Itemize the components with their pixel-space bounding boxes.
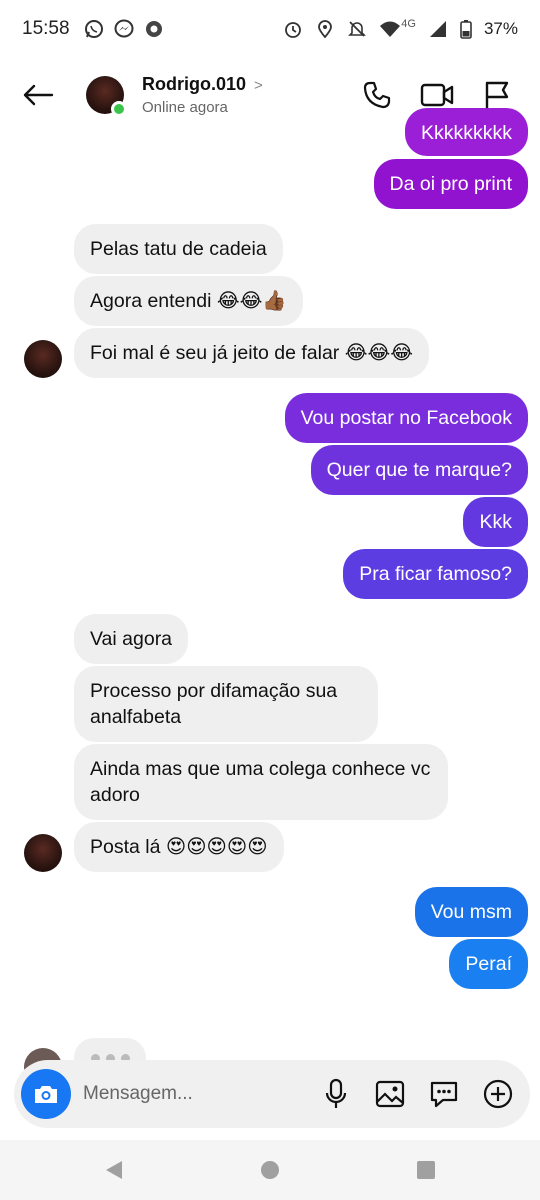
contact-avatar-small[interactable]: [24, 834, 62, 872]
system-nav-bar: [0, 1140, 540, 1200]
status-time: 15:58: [22, 18, 70, 39]
message-outgoing[interactable]: Kkkkkkkkk: [404, 108, 528, 156]
contact-name: Rodrigo.010: [142, 74, 247, 94]
message-outgoing[interactable]: Vou postar no Facebook: [284, 393, 528, 443]
message-incoming[interactable]: Posta lá 😍😍😍😍😍: [74, 822, 284, 872]
contact-status: Online agora: [142, 99, 228, 116]
message-outgoing[interactable]: Da oi pro print: [373, 159, 528, 209]
more-button[interactable]: [482, 1078, 514, 1110]
whatsapp-icon: [84, 19, 104, 39]
message-composer: [14, 1060, 530, 1128]
mute-icon: [347, 19, 367, 39]
nav-home-button[interactable]: [257, 1157, 283, 1183]
message-incoming[interactable]: Ainda mas que uma colega conhece vc ador…: [74, 744, 448, 820]
message-outgoing[interactable]: Kkk: [463, 497, 528, 547]
chevron-right-icon: >: [254, 77, 263, 94]
message-outgoing[interactable]: Vou msm: [414, 887, 528, 937]
battery-level: 37%: [483, 19, 518, 38]
status-bar: 15:58 4G 37%: [0, 0, 540, 58]
battery-icon: [460, 19, 472, 39]
back-arrow-icon: [23, 84, 54, 106]
nav-recents-button[interactable]: [413, 1157, 439, 1183]
video-icon: [420, 83, 454, 107]
message-incoming[interactable]: Agora entendi 😂😂👍🏾: [74, 276, 303, 326]
message-incoming[interactable]: Vai agora: [74, 614, 189, 664]
contact-avatar[interactable]: [86, 76, 127, 117]
report-button[interactable]: [480, 78, 514, 112]
message-outgoing[interactable]: Peraí: [449, 939, 528, 989]
video-call-button[interactable]: [420, 78, 454, 112]
message-outgoing[interactable]: Quer que te marque?: [310, 445, 528, 495]
contact-avatar-small[interactable]: [24, 340, 62, 378]
flag-icon: [485, 81, 509, 108]
signal-icon: [428, 19, 448, 39]
voice-button[interactable]: [320, 1078, 352, 1110]
online-indicator: [111, 101, 127, 117]
back-triangle-icon: [106, 1161, 122, 1179]
gallery-button[interactable]: [374, 1078, 406, 1110]
microphone-icon: [325, 1078, 347, 1108]
recents-square-icon: [417, 1161, 435, 1179]
message-outgoing[interactable]: Pra ficar famoso?: [343, 549, 528, 599]
message-incoming[interactable]: Pelas tatu de cadeia: [74, 224, 283, 274]
sticker-icon: [430, 1081, 458, 1108]
back-button[interactable]: [18, 75, 58, 115]
sticker-button[interactable]: [428, 1078, 460, 1110]
alarm-icon: [283, 19, 303, 39]
gallery-icon: [375, 1080, 405, 1108]
messenger-icon: [114, 19, 134, 39]
message-input[interactable]: [83, 1083, 313, 1105]
camera-button[interactable]: [21, 1069, 71, 1119]
wifi-icon: [379, 19, 401, 39]
call-button[interactable]: [360, 78, 394, 112]
home-circle-icon: [261, 1161, 279, 1179]
message-incoming[interactable]: Foi mal é seu já jeito de falar 😂😂😂: [74, 328, 430, 378]
nav-back-button[interactable]: [101, 1157, 127, 1183]
camera-icon: [35, 1086, 57, 1103]
contact-info[interactable]: Rodrigo.010 > Online agora: [142, 74, 263, 116]
phone-icon: [363, 81, 391, 109]
network-type: 4G: [401, 18, 416, 30]
plus-icon: [483, 1079, 513, 1109]
message-incoming[interactable]: Processo por difamação sua analfabeta: [74, 666, 378, 742]
app-icon: [144, 19, 164, 39]
location-icon: [315, 19, 335, 39]
